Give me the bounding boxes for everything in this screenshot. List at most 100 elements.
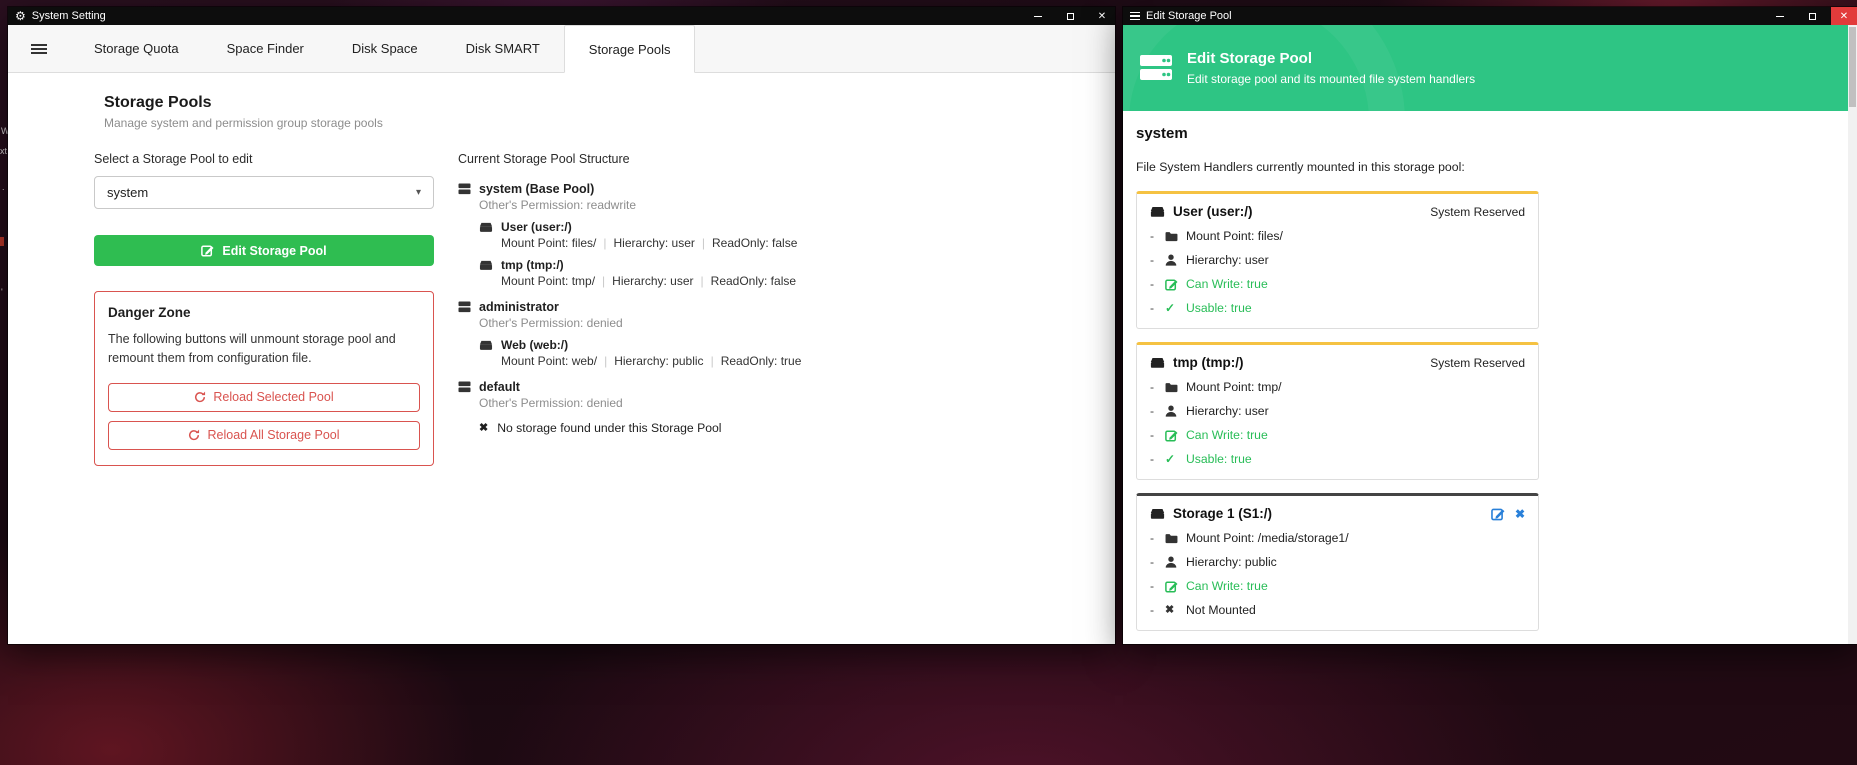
page-subtitle: Manage system and permission group stora… xyxy=(104,116,383,130)
detail-readonly: ReadOnly: false xyxy=(712,236,797,250)
not-mounted-text: Not Mounted xyxy=(1186,603,1256,617)
pool-group-name: system (Base Pool) xyxy=(479,182,594,196)
pool-group-system: system (Base Pool) Other's Permission: r… xyxy=(458,182,1098,288)
close-button[interactable]: ✕ xyxy=(1089,7,1115,25)
separator: | xyxy=(604,354,607,368)
titlebar[interactable]: ⚙ System Setting ✕ xyxy=(8,7,1115,25)
desktop-icon-fragment: ' xyxy=(1,288,3,297)
server-icon xyxy=(458,301,471,313)
dash: - xyxy=(1150,603,1165,617)
pool-group-permission: Other's Permission: denied xyxy=(479,316,1098,330)
mount-point-row: - Mount Point: tmp/ xyxy=(1150,380,1525,394)
minimize-button[interactable] xyxy=(1767,7,1793,25)
edit-storage-pool-label: Edit Storage Pool xyxy=(222,244,326,258)
dash: - xyxy=(1150,531,1165,545)
hdd-icon xyxy=(479,340,493,351)
dash: - xyxy=(1150,253,1165,267)
mounted-description: File System Handlers currently mounted i… xyxy=(1136,160,1857,174)
separator: | xyxy=(701,274,704,288)
reload-all-pool-button[interactable]: Reload All Storage Pool xyxy=(108,421,420,450)
hdd-icon xyxy=(1150,508,1165,520)
chevron-down-icon: ▾ xyxy=(416,187,421,198)
hierarchy-row: - Hierarchy: user xyxy=(1150,253,1525,267)
window-title: System Setting xyxy=(32,10,106,22)
can-write-text: Can Write: true xyxy=(1186,277,1268,291)
pool-child: Web (web:/) Mount Point: web/|Hierarchy:… xyxy=(479,338,1098,368)
mount-point-row: - Mount Point: files/ xyxy=(1150,229,1525,243)
tab-disk-space[interactable]: Disk Space xyxy=(328,25,442,72)
pool-empty-text: No storage found under this Storage Pool xyxy=(497,421,721,435)
pool-name-heading: system xyxy=(1136,125,1857,142)
hdd-icon xyxy=(479,222,493,233)
fs-handler-actions: ✖ xyxy=(1491,507,1525,521)
detail-mount: Mount Point: tmp/ xyxy=(501,274,595,288)
pool-empty-message: ✖ No storage found under this Storage Po… xyxy=(479,421,1098,435)
dash: - xyxy=(1150,555,1165,569)
fs-handler-card-storage1: Storage 1 (S1:/) ✖ - Mount Point: /media… xyxy=(1136,493,1539,631)
hamburger-menu-button[interactable] xyxy=(8,25,70,72)
user-icon xyxy=(1165,254,1186,266)
maximize-button[interactable] xyxy=(1799,7,1825,25)
pool-edit-panel: Select a Storage Pool to edit system ▾ E… xyxy=(94,152,434,466)
dash: - xyxy=(1150,428,1165,442)
minimize-button[interactable] xyxy=(1025,7,1051,25)
hierarchy-text: Hierarchy: user xyxy=(1186,253,1269,267)
banner-subtitle: Edit storage pool and its mounted file s… xyxy=(1187,72,1475,86)
edit-icon xyxy=(201,244,214,257)
pool-group-administrator: administrator Other's Permission: denied… xyxy=(458,300,1098,368)
pool-child-name: tmp (tmp:/) xyxy=(501,258,564,272)
maximize-button[interactable] xyxy=(1057,7,1083,25)
system-reserved-badge: System Reserved xyxy=(1430,356,1525,370)
close-button[interactable]: ✕ xyxy=(1831,7,1857,25)
editor-content: Edit Storage Pool Edit storage pool and … xyxy=(1123,25,1857,644)
dash: - xyxy=(1150,229,1165,243)
folder-icon xyxy=(1165,533,1186,544)
pool-select-label: Select a Storage Pool to edit xyxy=(94,152,434,166)
dash: - xyxy=(1150,404,1165,418)
mount-point-text: Mount Point: /media/storage1/ xyxy=(1186,531,1349,545)
edit-storage-pool-button[interactable]: Edit Storage Pool xyxy=(94,235,434,266)
tab-space-finder[interactable]: Space Finder xyxy=(203,25,328,72)
pool-child: tmp (tmp:/) Mount Point: tmp/|Hierarchy:… xyxy=(479,258,1098,288)
tab-storage-pools[interactable]: Storage Pools xyxy=(564,25,696,73)
folder-icon xyxy=(1165,231,1186,242)
hamburger-icon xyxy=(31,42,47,56)
fs-handler-card-user: User (user:/) System Reserved - Mount Po… xyxy=(1136,191,1539,329)
tab-storage-quota[interactable]: Storage Quota xyxy=(70,25,203,72)
separator: | xyxy=(702,236,705,250)
folder-icon xyxy=(1165,382,1186,393)
structure-title: Current Storage Pool Structure xyxy=(458,152,1098,166)
reload-all-pool-label: Reload All Storage Pool xyxy=(207,428,339,442)
mount-point-row: - Mount Point: /media/storage1/ xyxy=(1150,531,1525,545)
tab-disk-smart[interactable]: Disk SMART xyxy=(442,25,564,72)
remove-handler-button[interactable]: ✖ xyxy=(1515,508,1525,520)
edit-handler-button[interactable] xyxy=(1491,507,1505,521)
check-icon: ✓ xyxy=(1165,302,1186,314)
scrollbar-thumb[interactable] xyxy=(1849,27,1856,107)
editor-banner: Edit Storage Pool Edit storage pool and … xyxy=(1123,25,1848,111)
desktop-icon-fragment xyxy=(0,237,4,246)
pool-group-default: default Other's Permission: denied ✖ No … xyxy=(458,380,1098,435)
pool-child-details: Mount Point: tmp/|Hierarchy: user|ReadOn… xyxy=(501,274,1098,288)
dash: - xyxy=(1150,301,1165,315)
pool-select-dropdown[interactable]: system ▾ xyxy=(94,176,434,209)
reload-selected-pool-button[interactable]: Reload Selected Pool xyxy=(108,383,420,412)
pool-group-name: default xyxy=(479,380,520,394)
reload-selected-pool-label: Reload Selected Pool xyxy=(213,390,333,404)
edit-icon xyxy=(1165,580,1186,593)
detail-readonly: ReadOnly: true xyxy=(721,354,802,368)
separator: | xyxy=(603,236,606,250)
danger-zone-description: The following buttons will unmount stora… xyxy=(108,330,420,368)
main-content: Storage Pools Manage system and permissi… xyxy=(8,73,1115,643)
hdd-icon xyxy=(1150,206,1165,218)
pool-group-permission: Other's Permission: readwrite xyxy=(479,198,1098,212)
cross-icon: ✖ xyxy=(1165,605,1186,616)
pool-child: User (user:/) Mount Point: files/|Hierar… xyxy=(479,220,1098,250)
titlebar[interactable]: Edit Storage Pool ✕ xyxy=(1123,7,1857,25)
hierarchy-text: Hierarchy: public xyxy=(1186,555,1277,569)
scrollbar[interactable] xyxy=(1848,25,1857,644)
refresh-icon xyxy=(188,429,200,441)
edit-icon xyxy=(1165,278,1186,291)
can-write-text: Can Write: true xyxy=(1186,428,1268,442)
edit-icon xyxy=(1165,429,1186,442)
